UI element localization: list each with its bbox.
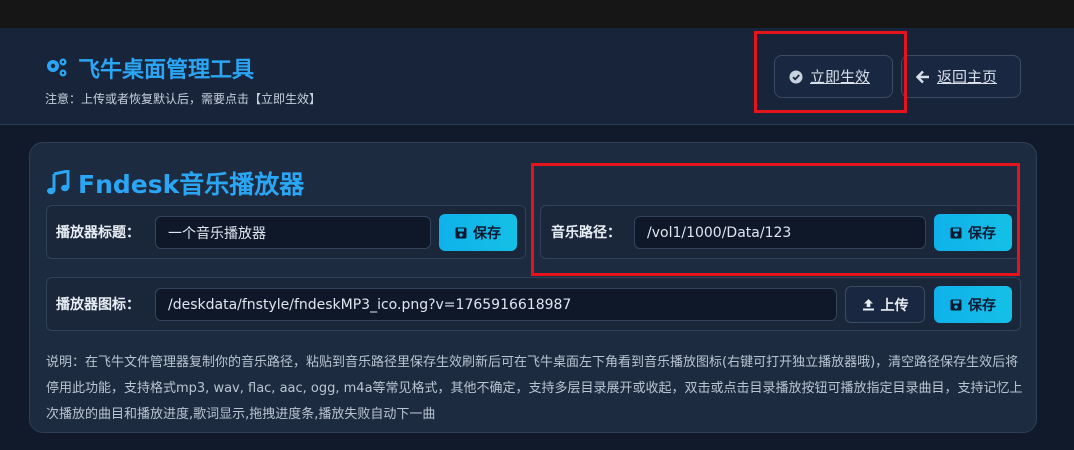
back-home-button[interactable]: 返回主页 bbox=[901, 55, 1021, 98]
card-title-text: Fndesk音乐播放器 bbox=[78, 170, 305, 199]
upload-icon bbox=[862, 299, 874, 311]
floppy-icon bbox=[950, 299, 962, 310]
gears-icon bbox=[47, 58, 67, 77]
floppy-icon bbox=[455, 227, 467, 238]
player-title-input[interactable]: 一个音乐播放器 bbox=[155, 216, 431, 249]
save-player-icon-button[interactable]: 保存 bbox=[934, 286, 1012, 323]
apply-now-label: 立即生效 bbox=[810, 68, 871, 86]
music-player-card: Fndesk音乐播放器 播放器标题： 一个音乐播放器 保存 音乐路径： /vol… bbox=[29, 142, 1037, 433]
check-circle-icon bbox=[789, 70, 803, 83]
save-music-path-button[interactable]: 保存 bbox=[934, 214, 1012, 251]
player-icon-input[interactable]: /deskdata/fnstyle/fndeskMP3_ico.png?v=17… bbox=[155, 288, 837, 321]
floppy-icon bbox=[950, 227, 962, 238]
save-player-title-button[interactable]: 保存 bbox=[439, 214, 517, 251]
upload-label: 上传 bbox=[880, 297, 909, 314]
player-icon-row: 播放器图标： /deskdata/fnstyle/fndeskMP3_ico.p… bbox=[46, 277, 1021, 331]
window-top-bar bbox=[0, 0, 1074, 28]
save-label: 保存 bbox=[968, 225, 996, 242]
card-title: Fndesk音乐播放器 bbox=[46, 165, 304, 201]
header: 飞牛桌面管理工具 注意：上传或者恢复默认后，需要点击【立即生效】 立即生效 返回… bbox=[0, 28, 1074, 125]
apply-now-button[interactable]: 立即生效 bbox=[774, 55, 893, 98]
music-path-row: 音乐路径： /vol1/1000/Data/123 保存 bbox=[540, 205, 1020, 259]
header-note: 注意：上传或者恢复默认后，需要点击【立即生效】 bbox=[45, 92, 322, 106]
music-path-input[interactable]: /vol1/1000/Data/123 bbox=[634, 216, 926, 249]
arrow-left-icon bbox=[916, 70, 929, 83]
save-label: 保存 bbox=[473, 225, 501, 242]
upload-icon-button[interactable]: 上传 bbox=[845, 286, 925, 323]
save-label: 保存 bbox=[968, 297, 996, 314]
app-title: 飞牛桌面管理工具 bbox=[44, 52, 254, 84]
back-home-label: 返回主页 bbox=[937, 68, 998, 86]
player-title-label: 播放器标题： bbox=[56, 225, 140, 241]
music-path-label: 音乐路径： bbox=[551, 225, 621, 241]
description-text: 说明：在飞牛文件管理器复制你的音乐路径，粘贴到音乐路径里保存生效刷新后可在飞牛桌… bbox=[46, 355, 1023, 422]
player-title-row: 播放器标题： 一个音乐播放器 保存 bbox=[46, 205, 526, 259]
app-title-text: 飞牛桌面管理工具 bbox=[78, 58, 255, 83]
player-icon-label: 播放器图标： bbox=[56, 297, 140, 313]
music-icon bbox=[47, 170, 70, 195]
